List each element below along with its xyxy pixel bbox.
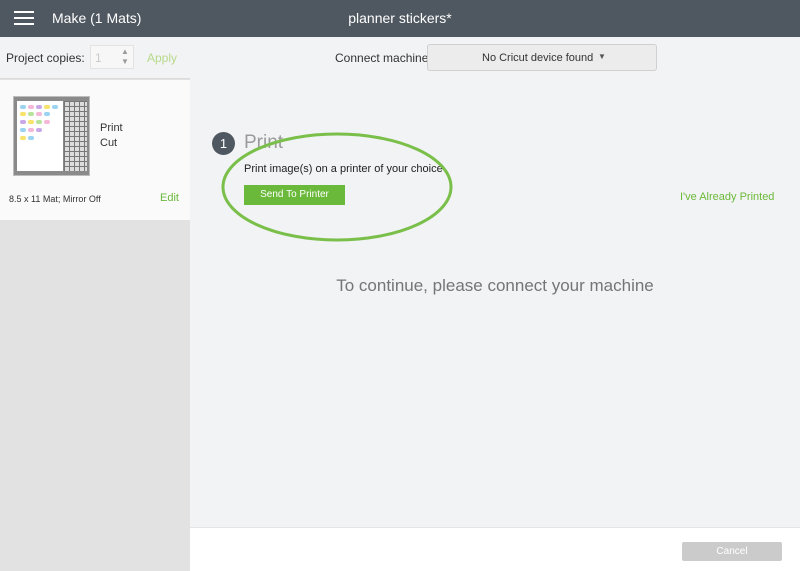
mat-type-cut: Cut — [100, 137, 118, 149]
mat-operation-type: Print Cut — [100, 121, 123, 151]
mat-info: 8.5 x 11 Mat; Mirror Off — [9, 194, 101, 204]
highlight-circle-annotation — [221, 132, 453, 242]
apply-button[interactable]: Apply — [147, 51, 177, 65]
project-copies-row: Project copies: 1 ▲ ▼ Apply — [0, 37, 190, 79]
top-bar: Make (1 Mats) planner stickers* — [0, 0, 800, 37]
device-dropdown-value: No Cricut device found — [482, 52, 594, 64]
mat-card[interactable]: Print Cut 8.5 x 11 Mat; Mirror Off Edit — [0, 80, 190, 220]
connect-machine-message: To continue, please connect your machine — [336, 276, 654, 295]
cancel-button[interactable]: Cancel — [682, 542, 782, 561]
mat-thumbnail[interactable] — [13, 96, 90, 176]
connect-machine-label: Connect machine — [335, 51, 429, 65]
project-copies-label: Project copies: — [6, 51, 85, 65]
hamburger-menu-icon[interactable] — [14, 11, 34, 26]
copies-stepper[interactable]: ▲ ▼ — [119, 47, 131, 67]
stepper-down-icon[interactable]: ▼ — [119, 57, 131, 67]
chevron-down-icon: ▼ — [598, 52, 606, 61]
sidebar: Project copies: 1 ▲ ▼ Apply Print Cut 8.… — [0, 37, 190, 571]
mat-sheet-preview — [17, 101, 63, 171]
project-copies-input[interactable]: 1 ▲ ▼ — [90, 45, 134, 69]
make-title: Make (1 Mats) — [52, 10, 142, 26]
footer-bar: Cancel — [190, 527, 800, 571]
already-printed-link[interactable]: I've Already Printed — [680, 191, 774, 203]
mat-grid — [64, 101, 87, 171]
mat-type-print: Print — [100, 122, 123, 134]
device-dropdown[interactable]: No Cricut device found ▼ — [427, 44, 657, 71]
project-copies-value: 1 — [95, 51, 102, 65]
edit-mat-button[interactable]: Edit — [160, 192, 179, 204]
stepper-up-icon[interactable]: ▲ — [119, 47, 131, 57]
